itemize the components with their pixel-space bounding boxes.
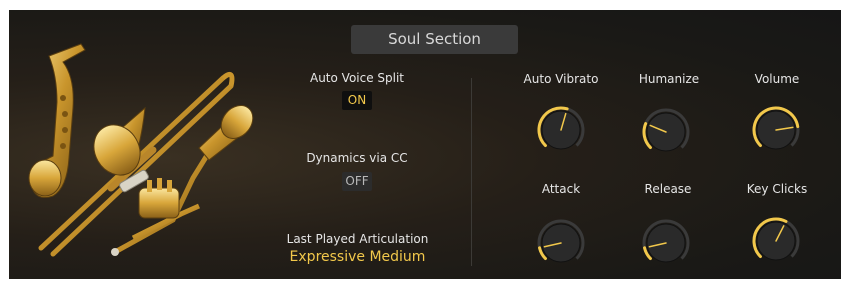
- attack-knob[interactable]: [536, 218, 586, 268]
- release-label: Release: [644, 182, 692, 196]
- soul-section-panel: Soul Section Auto Voice Split ON Dynamic…: [9, 10, 841, 279]
- saxophone-trombone-trumpet-icon: [28, 43, 254, 257]
- volume-label: Volume: [754, 72, 800, 86]
- release-knob[interactable]: [641, 218, 691, 268]
- auto-voice-split-toggle[interactable]: ON: [342, 91, 372, 110]
- auto-vibrato-knob[interactable]: [536, 105, 586, 155]
- humanize-knob[interactable]: [641, 107, 691, 157]
- attack-label: Attack: [541, 182, 581, 196]
- dynamics-via-cc-label: Dynamics via CC: [306, 151, 408, 165]
- last-played-articulation-label: Last Played Articulation: [286, 232, 429, 246]
- key-clicks-knob[interactable]: [751, 216, 801, 266]
- preset-title[interactable]: Soul Section: [351, 25, 518, 54]
- volume-knob[interactable]: [751, 105, 801, 155]
- dynamics-via-cc-toggle[interactable]: OFF: [342, 172, 372, 191]
- auto-voice-split-label: Auto Voice Split: [309, 71, 405, 85]
- key-clicks-label: Key Clicks: [746, 182, 808, 196]
- auto-vibrato-label: Auto Vibrato: [523, 72, 599, 86]
- last-played-articulation-value: Expressive Medium: [289, 249, 426, 265]
- section-divider: [471, 78, 472, 266]
- humanize-label: Humanize: [638, 72, 700, 86]
